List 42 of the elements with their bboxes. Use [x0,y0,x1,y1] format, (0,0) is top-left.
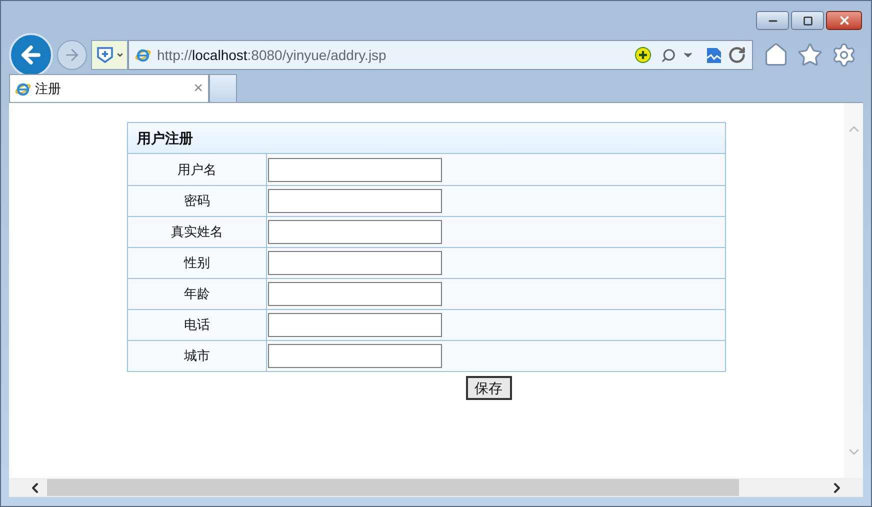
address-bar[interactable]: http://localhost:8080/yinyue/addry.jsp [128,40,753,70]
search-icon[interactable] [661,48,676,62]
horizontal-scrollbar[interactable] [9,478,863,497]
field-label: 城市 [128,341,267,371]
maximize-button[interactable] [791,11,824,30]
new-tab-button[interactable] [209,74,237,102]
field-label: 年龄 [128,279,267,309]
close-icon [838,14,850,27]
url-text: http://localhost:8080/yinyue/addry.jsp [157,46,386,65]
text-input-field[interactable] [268,344,442,368]
tab-title: 注册 [35,80,62,98]
back-button[interactable] [9,33,53,77]
text-input-field[interactable] [268,158,442,182]
broken-page-icon[interactable] [706,46,722,64]
save-button[interactable]: 保存 [466,376,512,400]
tab-close-button[interactable]: × [194,80,203,96]
globe-e-icon [15,80,31,96]
text-input-field[interactable] [268,251,442,275]
plus-circle-icon[interactable] [635,47,651,63]
text-input-field[interactable] [268,189,442,213]
shield-dropdown-button[interactable] [91,40,128,70]
field-label: 用户名 [128,154,267,185]
text-input-field[interactable] [268,282,442,306]
browser-tab[interactable]: 注册 × [9,74,209,102]
scrollbar-thumb[interactable] [47,479,739,496]
star-icon[interactable] [797,42,823,68]
form-title: 用户注册 [137,128,193,148]
text-input-field[interactable] [268,220,442,244]
field-label: 真实姓名 [128,217,267,247]
home-icon[interactable] [763,42,789,68]
field-label: 电话 [128,310,267,340]
text-input-field[interactable] [268,313,442,337]
close-button[interactable] [826,11,862,30]
settings-icon[interactable] [831,42,857,68]
caret-icon [116,51,124,59]
field-label: 性别 [128,248,267,278]
field-label: 密码 [128,186,267,216]
refresh-icon[interactable] [728,46,746,64]
shield-plus-icon [96,46,114,64]
maximize-icon [802,16,812,26]
globe-e-icon [135,47,151,63]
forward-arrow-icon [63,46,81,64]
